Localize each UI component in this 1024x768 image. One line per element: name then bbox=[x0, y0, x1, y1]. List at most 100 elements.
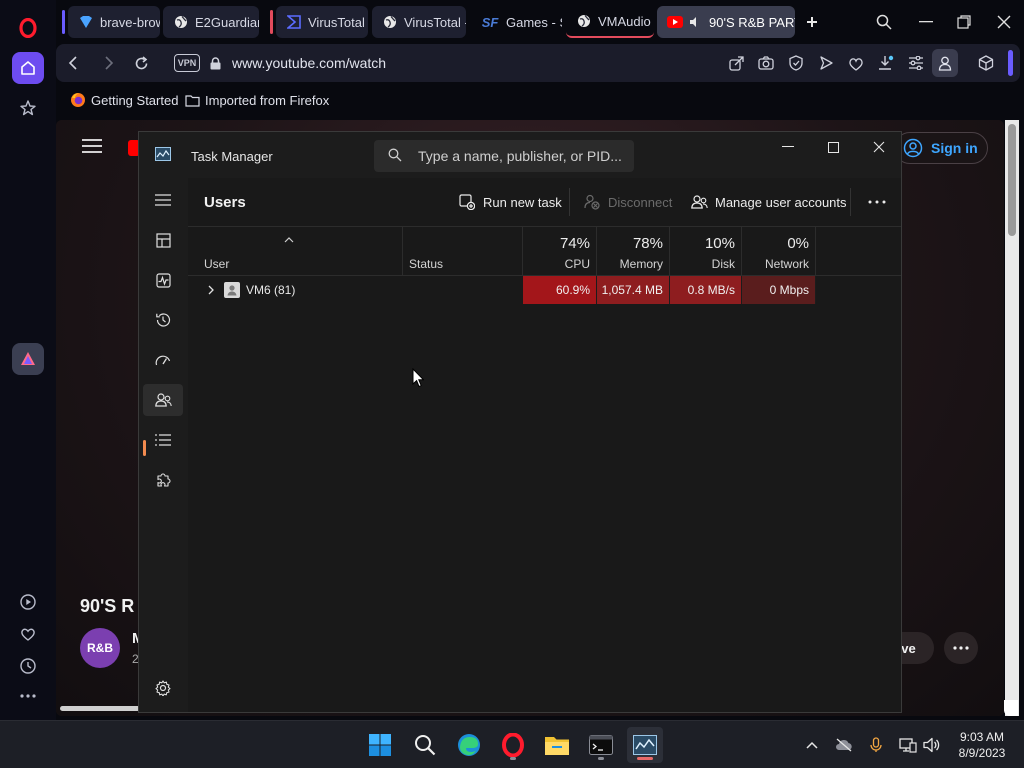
history-icon[interactable] bbox=[14, 652, 42, 680]
clock-time: 9:03 AM bbox=[959, 730, 1005, 744]
task-manager-taskbar-icon[interactable] bbox=[627, 727, 663, 763]
browser-restore-icon[interactable] bbox=[950, 8, 978, 36]
search-tabs-icon[interactable] bbox=[870, 8, 898, 36]
tab-label: E2Guardian bbox=[195, 14, 259, 30]
player-icon[interactable] bbox=[14, 588, 42, 616]
more-options-icon[interactable] bbox=[866, 191, 888, 213]
disconnect-button[interactable]: Disconnect bbox=[583, 191, 672, 213]
task-manager-titlebar[interactable]: Task Manager bbox=[139, 132, 901, 178]
browser-close-icon[interactable] bbox=[990, 8, 1018, 36]
favorites-heart-icon[interactable] bbox=[14, 620, 42, 648]
tab-virustotal-2[interactable]: VirusTotal - bbox=[372, 6, 466, 38]
tab-games[interactable]: SF Games - So bbox=[470, 6, 562, 38]
more-actions-icon[interactable] bbox=[944, 632, 978, 664]
start-windows-icon[interactable] bbox=[362, 727, 398, 763]
running-indicator bbox=[510, 757, 516, 760]
users-icon[interactable] bbox=[143, 384, 183, 416]
column-disk[interactable]: 10% Disk bbox=[670, 227, 742, 275]
processes-icon[interactable] bbox=[143, 224, 183, 256]
tab-group-indicator bbox=[62, 10, 65, 34]
send-flow-icon[interactable] bbox=[816, 53, 836, 73]
network-display-icon[interactable] bbox=[898, 735, 918, 755]
aria-ai-icon[interactable] bbox=[12, 343, 44, 375]
tab-youtube-active[interactable]: 90'S R&B PARTY bbox=[657, 6, 795, 38]
vpn-badge[interactable]: VPN bbox=[174, 54, 200, 72]
startup-apps-icon[interactable] bbox=[143, 344, 183, 376]
manage-user-accounts-button[interactable]: Manage user accounts bbox=[690, 191, 847, 213]
speed-dial-icon[interactable] bbox=[14, 94, 42, 122]
services-puzzle-icon[interactable] bbox=[143, 464, 183, 496]
bookmark-folder-imported[interactable]: Imported from Firefox bbox=[184, 92, 329, 108]
edge-browser-icon[interactable] bbox=[451, 727, 487, 763]
tab-virustotal-1[interactable]: VirusTotal - bbox=[276, 6, 368, 38]
column-network[interactable]: 0% Network bbox=[742, 227, 816, 275]
performance-icon[interactable] bbox=[143, 264, 183, 296]
app-history-icon[interactable] bbox=[143, 304, 183, 336]
home-icon[interactable] bbox=[12, 52, 44, 84]
channel-avatar[interactable]: R&B bbox=[80, 628, 120, 668]
column-status[interactable]: Status bbox=[403, 227, 523, 275]
downloads-icon[interactable] bbox=[876, 53, 896, 73]
run-new-task-button[interactable]: Run new task bbox=[458, 191, 562, 213]
tab-vmaudio[interactable]: VMAudio b bbox=[566, 6, 654, 38]
more-dots-icon[interactable] bbox=[14, 682, 42, 710]
sign-in-label: Sign in bbox=[931, 140, 978, 156]
horizontal-scrollbar-thumb[interactable] bbox=[60, 706, 140, 711]
microphone-icon[interactable] bbox=[866, 735, 886, 755]
lock-icon[interactable] bbox=[204, 52, 226, 74]
back-arrow-icon[interactable] bbox=[62, 52, 84, 74]
onedrive-offline-icon[interactable] bbox=[834, 735, 854, 755]
disconnect-icon bbox=[583, 193, 601, 211]
profile-avatar-icon[interactable] bbox=[932, 49, 958, 77]
terminal-icon[interactable] bbox=[583, 727, 619, 763]
memory-total-percent: 78% bbox=[632, 235, 663, 252]
column-memory[interactable]: 78% Memory bbox=[597, 227, 670, 275]
share-icon[interactable] bbox=[726, 53, 746, 73]
adblock-shield-icon[interactable] bbox=[786, 53, 806, 73]
minimize-icon[interactable] bbox=[765, 132, 811, 162]
close-icon[interactable] bbox=[856, 132, 902, 162]
task-manager-nav bbox=[139, 178, 187, 712]
reload-icon[interactable] bbox=[130, 52, 152, 74]
taskbar-search-icon[interactable] bbox=[407, 727, 443, 763]
scrollbar-thumb[interactable] bbox=[1008, 124, 1016, 236]
tab-bar: brave-brow E2Guardian VirusTotal - Virus… bbox=[56, 0, 1024, 44]
easy-setup-sliders-icon[interactable] bbox=[906, 53, 926, 73]
bookmark-getting-started[interactable]: Getting Started bbox=[70, 92, 178, 108]
page-vertical-scrollbar[interactable] bbox=[1005, 120, 1019, 716]
hamburger-menu-icon[interactable] bbox=[143, 184, 183, 216]
new-tab-plus-icon[interactable] bbox=[798, 8, 826, 36]
settings-gear-icon[interactable] bbox=[143, 672, 183, 704]
opera-logo-icon[interactable] bbox=[14, 14, 42, 42]
snapshot-camera-icon[interactable] bbox=[756, 53, 776, 73]
extensions-cube-icon[interactable] bbox=[976, 53, 996, 73]
system-clock[interactable]: 9:03 AM 8/9/2023 bbox=[950, 729, 1014, 761]
cpu-cell: 60.9% bbox=[523, 276, 597, 304]
user-name: VM6 (81) bbox=[246, 283, 296, 297]
search-box[interactable] bbox=[374, 140, 634, 172]
column-user[interactable]: User bbox=[188, 227, 403, 275]
column-cpu[interactable]: 74% CPU bbox=[523, 227, 597, 275]
tab-brave-browser[interactable]: brave-brow bbox=[68, 6, 160, 38]
chevron-right-icon[interactable] bbox=[204, 283, 218, 297]
search-input[interactable] bbox=[418, 146, 626, 166]
tab-e2guardian[interactable]: E2Guardian bbox=[163, 6, 259, 38]
maximize-icon[interactable] bbox=[810, 132, 856, 162]
cpu-total-percent: 74% bbox=[559, 235, 590, 252]
tab-label: 90'S R&B PARTY bbox=[709, 14, 795, 30]
browser-minimize-icon[interactable] bbox=[912, 8, 940, 36]
yt-menu-icon[interactable] bbox=[82, 138, 102, 159]
sign-in-button[interactable]: Sign in bbox=[894, 132, 988, 164]
corner-badge bbox=[1004, 700, 1018, 716]
window-title: Task Manager bbox=[191, 149, 273, 164]
speaker-icon[interactable] bbox=[687, 14, 703, 30]
forward-arrow-icon[interactable] bbox=[98, 52, 120, 74]
volume-speaker-icon[interactable] bbox=[922, 735, 942, 755]
bookmark-heart-icon[interactable] bbox=[846, 53, 866, 73]
file-explorer-icon[interactable] bbox=[539, 727, 575, 763]
details-list-icon[interactable] bbox=[143, 424, 183, 456]
url-field[interactable]: www.youtube.com/watch bbox=[232, 55, 386, 71]
table-row[interactable]: VM6 (81) 60.9% 1,057.4 MB 0.8 MB/s 0 Mbp… bbox=[188, 276, 901, 304]
show-hidden-icons-chevron-icon[interactable] bbox=[802, 735, 822, 755]
opera-browser-icon[interactable] bbox=[495, 727, 531, 763]
